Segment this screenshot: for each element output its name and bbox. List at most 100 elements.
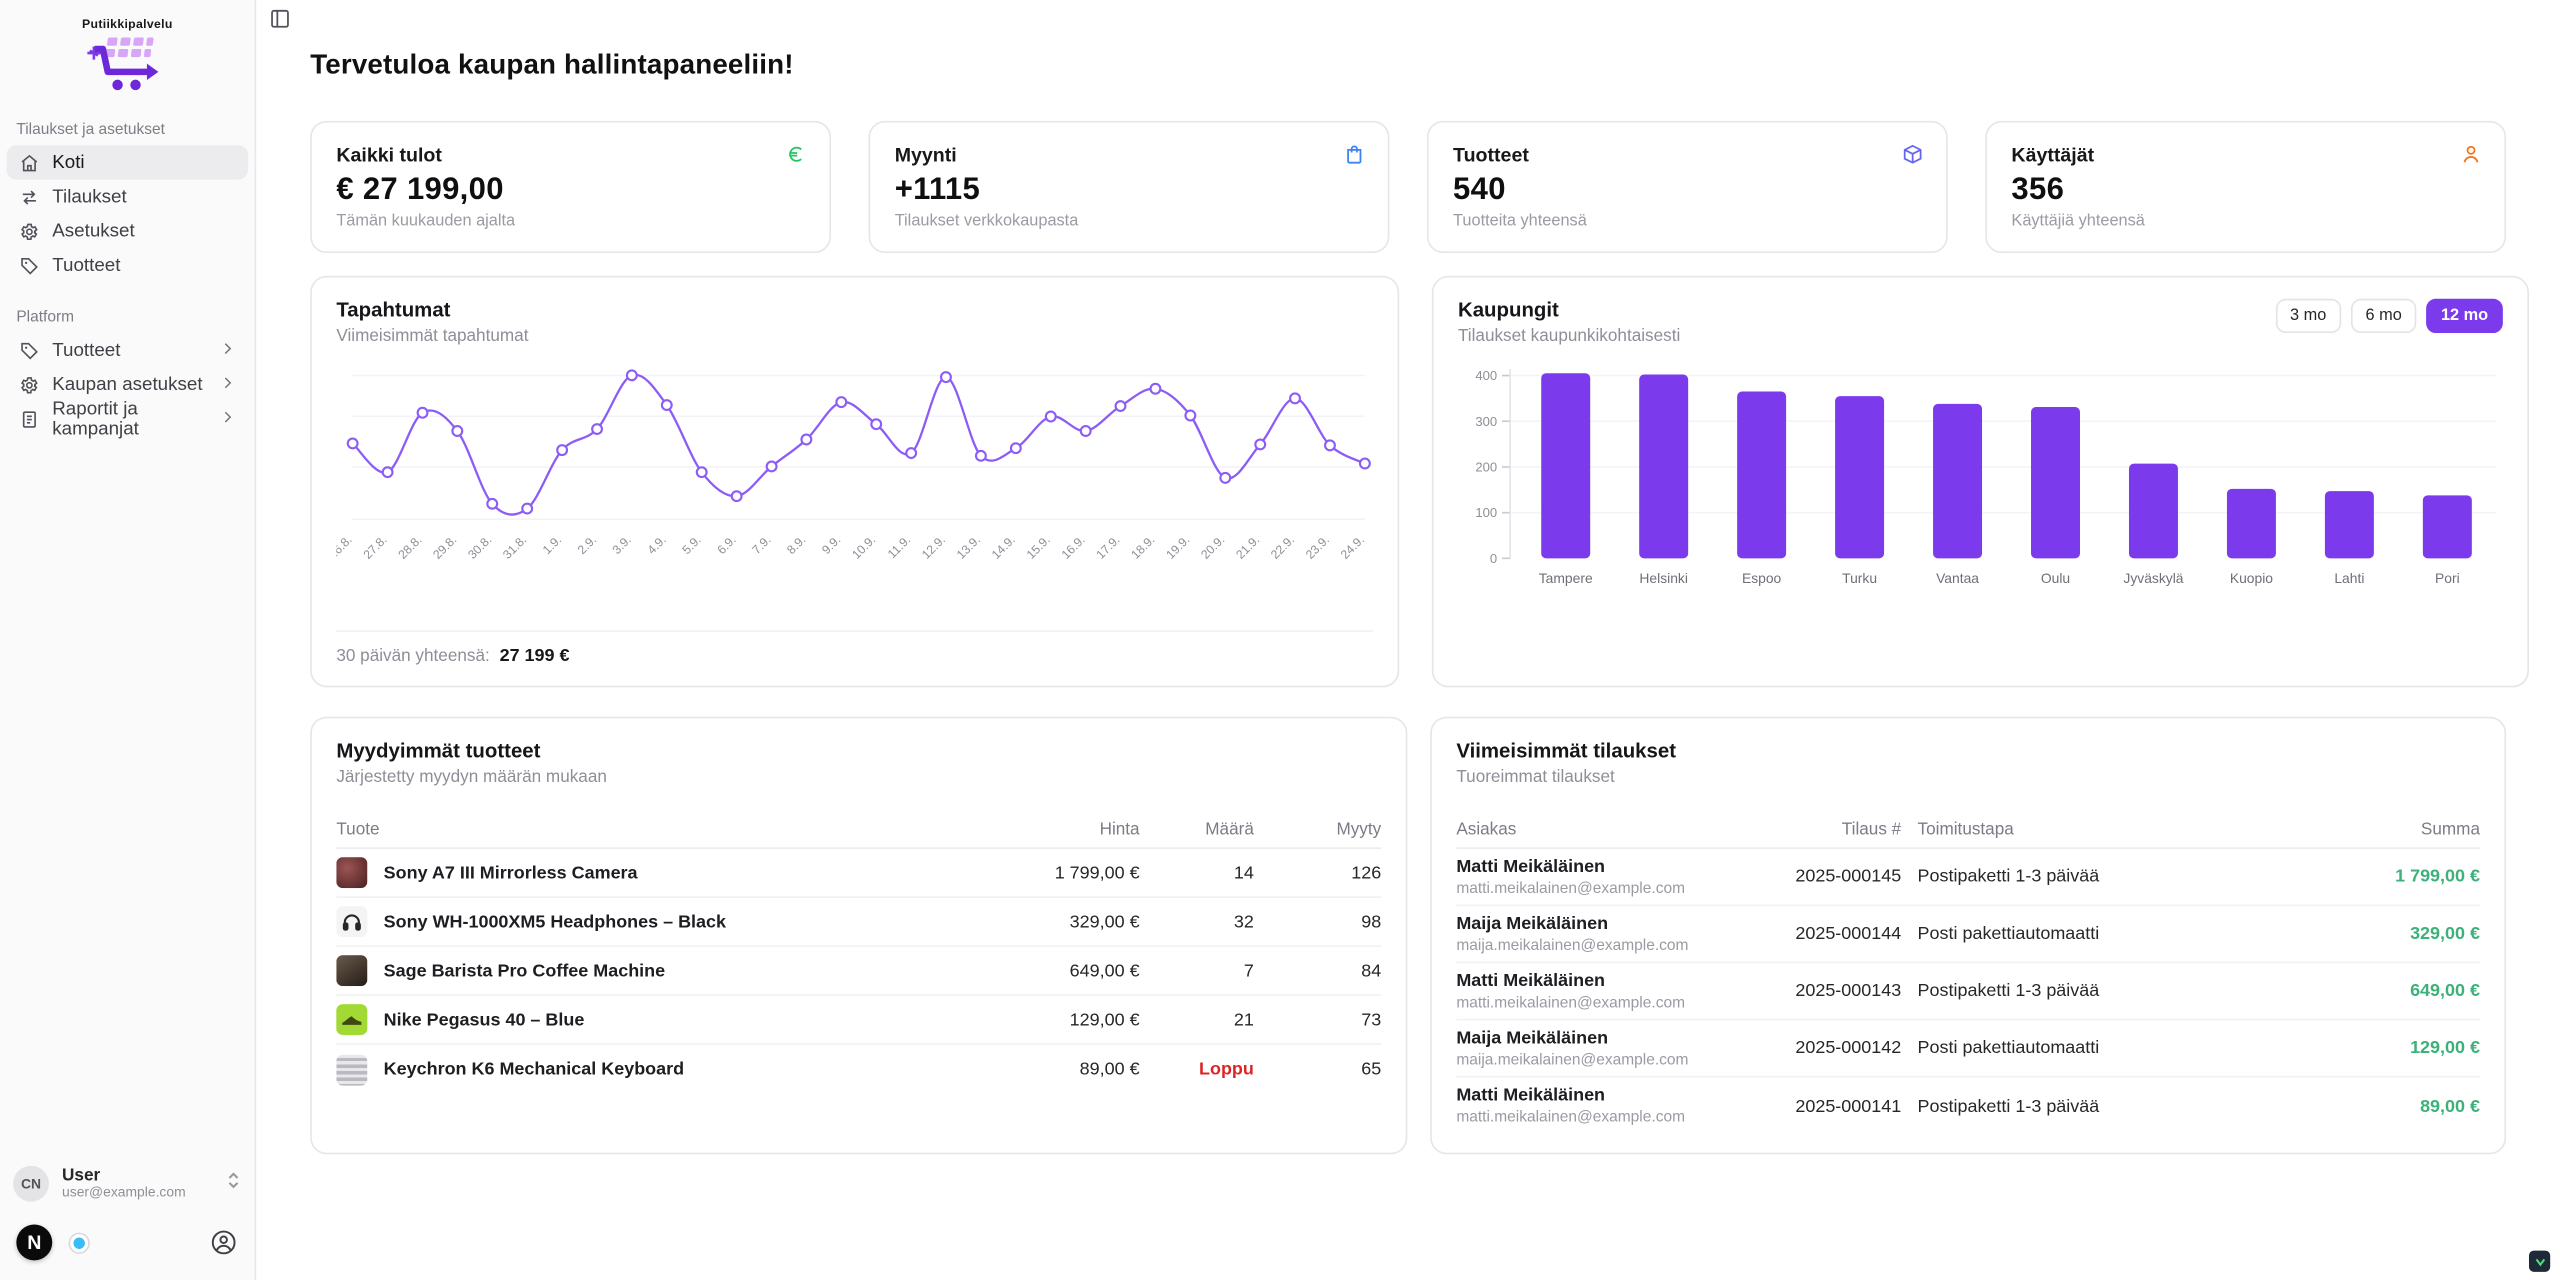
order-sum: 129,00 € bbox=[2192, 1038, 2480, 1058]
tag-icon bbox=[20, 340, 40, 360]
product-sold: 65 bbox=[1254, 1060, 1381, 1080]
svg-text:Tampere: Tampere bbox=[1539, 570, 1593, 586]
svg-text:24.9.: 24.9. bbox=[1338, 533, 1367, 562]
chevron-right-icon bbox=[220, 409, 235, 429]
package-icon bbox=[1902, 144, 1923, 165]
svg-text:26.8.: 26.8. bbox=[336, 533, 354, 562]
svg-text:Kuopio: Kuopio bbox=[2230, 570, 2273, 586]
stat-card-tuotteet: Tuotteet540Tuotteita yhteensä bbox=[1427, 121, 1948, 253]
sidebar-item-label: Tilaukset bbox=[52, 187, 126, 207]
customer-name: Matti Meikäläinen bbox=[1456, 856, 1744, 876]
sidebar-item-label: Raportit ja kampanjat bbox=[52, 399, 207, 438]
orders-table: AsiakasTilaus #ToimitustapaSummaMatti Me… bbox=[1456, 810, 2480, 1135]
svg-text:6.9.: 6.9. bbox=[714, 533, 738, 557]
product-thumbnail bbox=[336, 1054, 367, 1085]
product-name: Sage Barista Pro Coffee Machine bbox=[384, 961, 665, 981]
nav-platform: TuotteetKaupan asetuksetRaportit ja kamp… bbox=[0, 333, 255, 436]
stat-sub: Tuotteita yhteensä bbox=[1453, 212, 1922, 230]
gear-icon bbox=[20, 221, 40, 241]
product-row: Sony A7 III Mirrorless Camera1 799,00 €1… bbox=[336, 849, 1381, 898]
gear-icon bbox=[20, 375, 40, 395]
nav-orders-settings: Koti Tilaukset Asetukset Tuotteet bbox=[0, 145, 255, 282]
chevron-right-icon bbox=[220, 375, 235, 395]
stat-card-k-ytt-j-t: Käyttäjät356Käyttäjiä yhteensä bbox=[1985, 121, 2506, 253]
top-products-card: Myydyimmät tuotteet Järjestetty myydyn m… bbox=[310, 717, 1407, 1155]
product-name: Sony WH-1000XM5 Headphones – Black bbox=[384, 912, 726, 932]
svg-text:Jyväskylä: Jyväskylä bbox=[2123, 570, 2183, 586]
svg-text:Espoo: Espoo bbox=[1742, 570, 1782, 586]
product-sold: 126 bbox=[1254, 863, 1381, 883]
customer-name: Maija Meikäläinen bbox=[1456, 1028, 1744, 1048]
order-row: Maija Meikäläinenmaija.meikalainen@examp… bbox=[1456, 906, 2480, 963]
dev-console-badge[interactable] bbox=[2529, 1251, 2550, 1272]
product-row: Sony WH-1000XM5 Headphones – Black 329,00… bbox=[336, 898, 1381, 947]
page-title: Tervetuloa kaupan hallintapaneeliin! bbox=[310, 49, 2506, 82]
order-row: Matti Meikäläinenmatti.meikalainen@examp… bbox=[1456, 1078, 2480, 1135]
svg-text:14.9.: 14.9. bbox=[989, 533, 1018, 562]
range-button-12mo[interactable]: 12 mo bbox=[2426, 299, 2503, 333]
svg-text:300: 300 bbox=[1475, 414, 1497, 429]
sidebar-item-tuotteet[interactable]: Tuotteet bbox=[7, 333, 249, 367]
product-name: Nike Pegasus 40 – Blue bbox=[384, 1010, 585, 1030]
sidebar-item-kaupan-asetukset[interactable]: Kaupan asetukset bbox=[7, 367, 249, 401]
range-buttons: 3 mo 6 mo 12 mo bbox=[2275, 299, 2503, 333]
product-row: Sage Barista Pro Coffee Machine649,00 €7… bbox=[336, 947, 1381, 996]
events-chart-title: Tapahtumat bbox=[336, 299, 528, 322]
account-circle-icon[interactable] bbox=[211, 1229, 237, 1255]
product-name: Sony A7 III Mirrorless Camera bbox=[384, 863, 638, 883]
svg-text:19.9.: 19.9. bbox=[1163, 533, 1192, 562]
main-content: Tervetuloa kaupan hallintapaneeliin! Kai… bbox=[256, 0, 2560, 1280]
col-tilaus: Tilaus # bbox=[1744, 819, 1901, 839]
product-thumbnail bbox=[336, 906, 367, 937]
dev-indicator-icon[interactable] bbox=[69, 1232, 90, 1253]
tag-icon bbox=[20, 256, 40, 276]
product-qty: 7 bbox=[1140, 961, 1254, 981]
col-tuote: Tuote bbox=[336, 819, 989, 839]
svg-text:21.9.: 21.9. bbox=[1233, 533, 1262, 562]
range-button-6mo[interactable]: 6 mo bbox=[2351, 299, 2417, 333]
svg-text:10.9.: 10.9. bbox=[849, 533, 878, 562]
file-text-icon bbox=[20, 409, 40, 429]
cities-bar-chart: 0100200300400TampereHelsinkiEspooTurkuVa… bbox=[1458, 359, 2503, 615]
euro-icon bbox=[785, 144, 806, 165]
arrows-swap-icon bbox=[20, 187, 40, 207]
nextjs-dev-button[interactable]: N bbox=[16, 1224, 52, 1260]
stat-value: € 27 199,00 bbox=[336, 173, 805, 209]
sidebar-toggle-icon[interactable] bbox=[269, 8, 290, 37]
svg-text:22.9.: 22.9. bbox=[1268, 533, 1297, 562]
order-row: Matti Meikäläinenmatti.meikalainen@examp… bbox=[1456, 849, 2480, 906]
sidebar-item-koti[interactable]: Koti bbox=[7, 145, 249, 179]
events-line-chart: 26.8.27.8.28.8.29.8.30.8.31.8.1.9.2.9.3.… bbox=[336, 356, 1373, 580]
avatar: CN bbox=[13, 1166, 49, 1202]
product-price: 329,00 € bbox=[989, 912, 1139, 932]
stat-sub: Käyttäjiä yhteensä bbox=[2011, 212, 2480, 230]
sidebar-item-label: Tuotteet bbox=[52, 256, 120, 276]
range-button-3mo[interactable]: 3 mo bbox=[2275, 299, 2341, 333]
order-sum: 89,00 € bbox=[2192, 1096, 2480, 1116]
svg-text:Helsinki: Helsinki bbox=[1639, 570, 1688, 586]
user-menu[interactable]: CN User user@example.com bbox=[13, 1166, 242, 1202]
stat-label: Tuotteet bbox=[1453, 144, 1922, 167]
sidebar-item-tuotteet[interactable]: Tuotteet bbox=[7, 248, 249, 282]
products-subtitle: Järjestetty myydyn määrän mukaan bbox=[336, 767, 1381, 787]
shopping-bag-icon bbox=[1344, 144, 1365, 165]
sidebar-item-label: Asetukset bbox=[52, 221, 134, 241]
sidebar-item-tilaukset[interactable]: Tilaukset bbox=[7, 180, 249, 214]
chevrons-up-down-icon bbox=[225, 1169, 241, 1198]
svg-text:17.9.: 17.9. bbox=[1093, 533, 1122, 562]
customer-email: matti.meikalainen@example.com bbox=[1456, 1109, 1744, 1127]
user-name: User bbox=[62, 1166, 212, 1186]
products-title: Myydyimmät tuotteet bbox=[336, 740, 1381, 763]
product-qty: Loppu bbox=[1140, 1060, 1254, 1080]
product-qty: 21 bbox=[1140, 1010, 1254, 1030]
sidebar-item-asetukset[interactable]: Asetukset bbox=[7, 214, 249, 248]
stat-card-myynti: Myynti+1115Tilaukset verkkokaupasta bbox=[869, 121, 1390, 253]
stat-label: Kaikki tulot bbox=[336, 144, 805, 167]
order-sum: 1 799,00 € bbox=[2192, 867, 2480, 887]
sidebar-item-raportit-ja-kampanjat[interactable]: Raportit ja kampanjat bbox=[7, 402, 249, 436]
order-number: 2025-000141 bbox=[1744, 1096, 1901, 1116]
product-price: 129,00 € bbox=[989, 1010, 1139, 1030]
svg-text:2.9.: 2.9. bbox=[575, 533, 599, 557]
svg-text:Pori: Pori bbox=[2435, 570, 2460, 586]
col-hinta: Hinta bbox=[989, 819, 1139, 839]
